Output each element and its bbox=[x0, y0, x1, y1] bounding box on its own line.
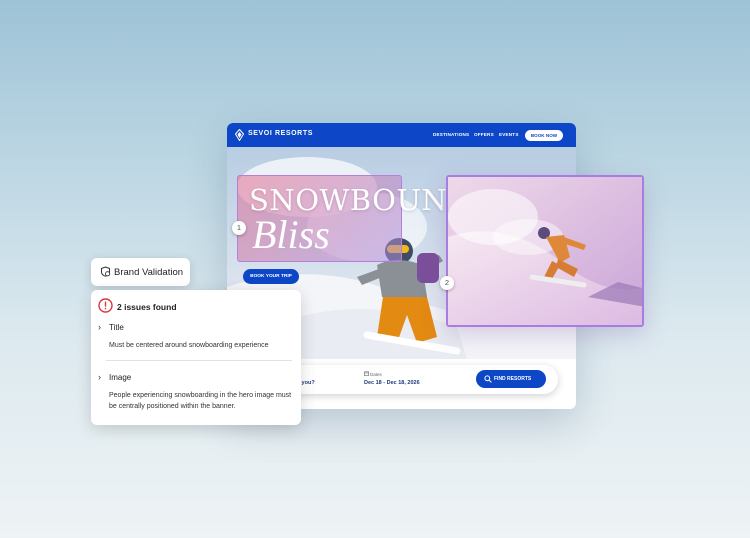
image-highlight-box[interactable] bbox=[446, 175, 644, 327]
dates-value[interactable]: Dec 18 - Dec 18, 2026 bbox=[364, 380, 420, 386]
issue-title-1[interactable]: Title bbox=[109, 323, 124, 332]
search-icon bbox=[484, 375, 492, 383]
find-resorts-label: FIND RESORTS bbox=[494, 376, 532, 382]
hero-script-title: Bliss bbox=[252, 212, 330, 257]
nav-events[interactable]: EVENTS bbox=[499, 132, 519, 137]
nav-offers[interactable]: OFFERS bbox=[474, 132, 494, 137]
brand-validation-label: Brand Validation bbox=[114, 267, 184, 278]
issue-marker-2[interactable]: 2 bbox=[440, 276, 454, 290]
find-resorts-button[interactable]: FIND RESORTS bbox=[476, 370, 546, 388]
alert-icon bbox=[98, 298, 113, 313]
brand-logo-text[interactable]: SEVOI RESORTS bbox=[248, 130, 313, 137]
logo-icon bbox=[235, 129, 244, 141]
issue-description-1: Must be centered around snowboarding exp… bbox=[109, 342, 269, 349]
issue-title-2[interactable]: Image bbox=[109, 373, 131, 382]
issue-marker-1[interactable]: 1 bbox=[232, 221, 246, 235]
chevron-right-icon[interactable]: › bbox=[98, 372, 101, 382]
nav-destinations[interactable]: DESTINATIONS bbox=[433, 132, 469, 137]
book-now-button[interactable]: BOOK NOW bbox=[525, 130, 563, 141]
validation-icon bbox=[101, 266, 111, 277]
issues-panel: 2 issues found › Title Must be centered … bbox=[91, 290, 301, 425]
site-navbar: SEVOI RESORTS DESTINATIONS OFFERS EVENTS… bbox=[227, 123, 576, 147]
issue-description-2: People experiencing snowboarding in the … bbox=[109, 392, 292, 410]
dates-label: Dates bbox=[370, 372, 382, 377]
book-your-trip-button[interactable]: BOOK YOUR TRIP bbox=[243, 269, 299, 284]
resort-search-bar[interactable]: take you? Dates Dec 18 - Dec 18, 2026 FI… bbox=[279, 365, 558, 394]
issue-divider bbox=[106, 360, 292, 361]
calendar-icon bbox=[364, 371, 369, 376]
snowboarder-image bbox=[448, 177, 642, 325]
chevron-right-icon[interactable]: › bbox=[98, 322, 101, 332]
issues-heading: 2 issues found bbox=[117, 302, 177, 312]
brand-validation-chip[interactable]: Brand Validation bbox=[91, 258, 190, 286]
